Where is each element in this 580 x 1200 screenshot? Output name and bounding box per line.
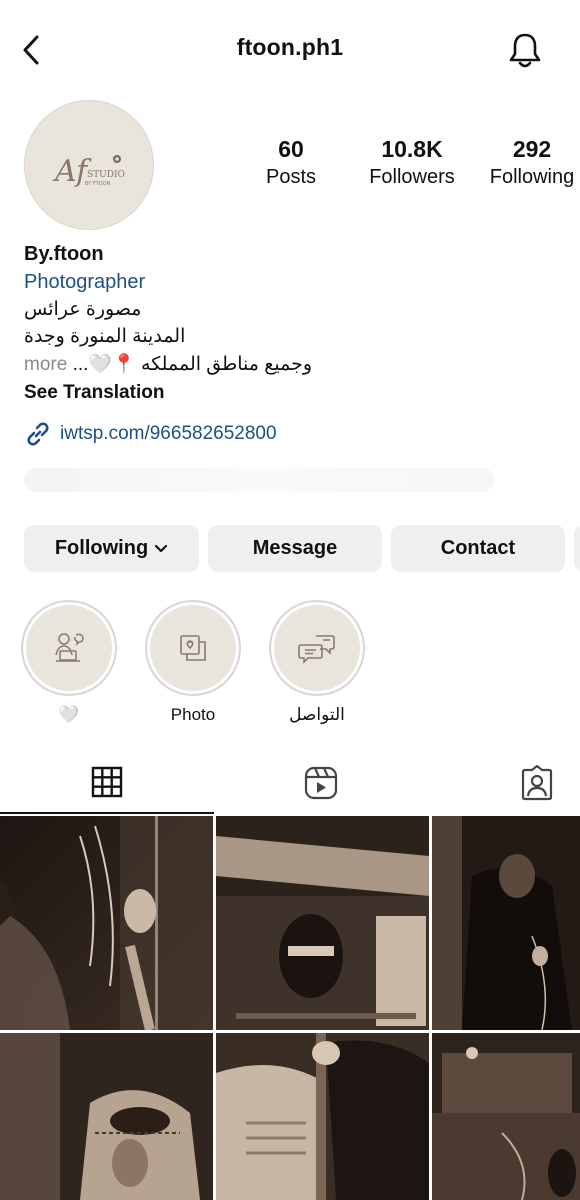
post-thumbnail[interactable] [432, 816, 580, 1030]
link-text: iwtsp.com/966582652800 [60, 423, 277, 444]
profile-category[interactable]: Photographer [24, 268, 564, 296]
photo-frame-icon [180, 635, 206, 661]
highlight-label: 🤍 [58, 705, 80, 724]
posts-grid [0, 816, 580, 1200]
post-thumbnail[interactable] [216, 1033, 429, 1200]
following-button[interactable]: Following [24, 525, 199, 572]
highlight-ring [269, 600, 365, 696]
profile-username: ftoon.ph1 [236, 34, 344, 60]
highlight-1[interactable]: 🤍 [21, 600, 117, 726]
highlight-3[interactable]: التواصل [269, 600, 365, 726]
post-thumbnail[interactable] [0, 816, 213, 1030]
post-thumbnail[interactable] [0, 1033, 213, 1200]
bell-icon [509, 33, 541, 68]
tab-posts-grid[interactable] [0, 752, 214, 814]
profile-avatar[interactable]: Af STUDIO BY FTOON [24, 100, 154, 230]
posts-label: Posts [265, 166, 317, 188]
following-label: Following [489, 166, 575, 188]
post-thumbnail[interactable] [432, 1033, 580, 1200]
more-link[interactable]: more [24, 354, 67, 375]
photo-abaya-veil [432, 816, 580, 1030]
message-button[interactable]: Message [208, 525, 382, 572]
bio-line-1: مصورة عرائس [24, 299, 142, 320]
logo-sub: STUDIO [87, 170, 125, 180]
highlight-label: Photo [170, 705, 216, 724]
bio-line-2: المدينة المنورة وجدة [24, 326, 186, 347]
following-count: 292 [512, 136, 552, 162]
profile-link[interactable]: iwtsp.com/966582652800 [24, 420, 277, 448]
posts-count: 60 [278, 136, 304, 162]
display-name: By.ftoon [24, 243, 104, 265]
photo-interior [432, 1033, 580, 1200]
tagged-person-icon [521, 765, 553, 801]
photo-groom-sword [216, 1033, 429, 1200]
stat-following[interactable]: 292 Following [484, 136, 580, 189]
chat-bubbles-icon [298, 635, 335, 664]
highlight-ring [145, 600, 241, 696]
stat-followers[interactable]: 10.8K Followers [358, 136, 466, 189]
suggest-button[interactable] [574, 525, 580, 572]
photo-bride-ribbons [0, 816, 213, 1030]
grid-icon [91, 766, 123, 798]
studio-logo: Af STUDIO BY FTOON [25, 101, 153, 229]
tab-tagged[interactable] [470, 752, 580, 814]
faded-placeholder [24, 468, 494, 492]
profile-tabs [0, 752, 580, 816]
bio-line-3-row: more وجميع مناطق المملكه 📍🤍... [24, 350, 564, 379]
stat-posts[interactable]: 60 Posts [250, 136, 332, 189]
highlight-2[interactable]: Photo [145, 600, 241, 726]
see-translation-link[interactable]: See Translation [24, 379, 564, 407]
photo-groom-shemagh [0, 1033, 213, 1200]
highlight-ring [21, 600, 117, 696]
logo-sub2: BY FTOON [85, 181, 111, 187]
contact-button[interactable]: Contact [391, 525, 565, 572]
highlight-label: التواصل [289, 705, 345, 724]
followers-count: 10.8K [381, 136, 443, 162]
top-bar: ftoon.ph1 [0, 0, 580, 100]
bio-line-3: وجميع مناطق المملكه 📍🤍... [72, 354, 312, 375]
reels-icon [304, 766, 338, 800]
profile-bio: By.ftoon Photographer مصورة عرائس المدين… [24, 240, 564, 407]
post-thumbnail[interactable] [216, 816, 429, 1030]
message-button-label: Message [252, 537, 338, 559]
contact-button-label: Contact [440, 537, 516, 559]
followers-label: Followers [369, 166, 455, 188]
tab-reels[interactable] [214, 752, 428, 814]
person-laptop-icon [55, 633, 84, 662]
chevron-down-icon [155, 544, 168, 552]
following-button-label: Following [54, 537, 149, 559]
notifications-button[interactable] [505, 28, 545, 72]
photo-niqab-car [216, 816, 429, 1030]
link-icon [27, 422, 49, 446]
